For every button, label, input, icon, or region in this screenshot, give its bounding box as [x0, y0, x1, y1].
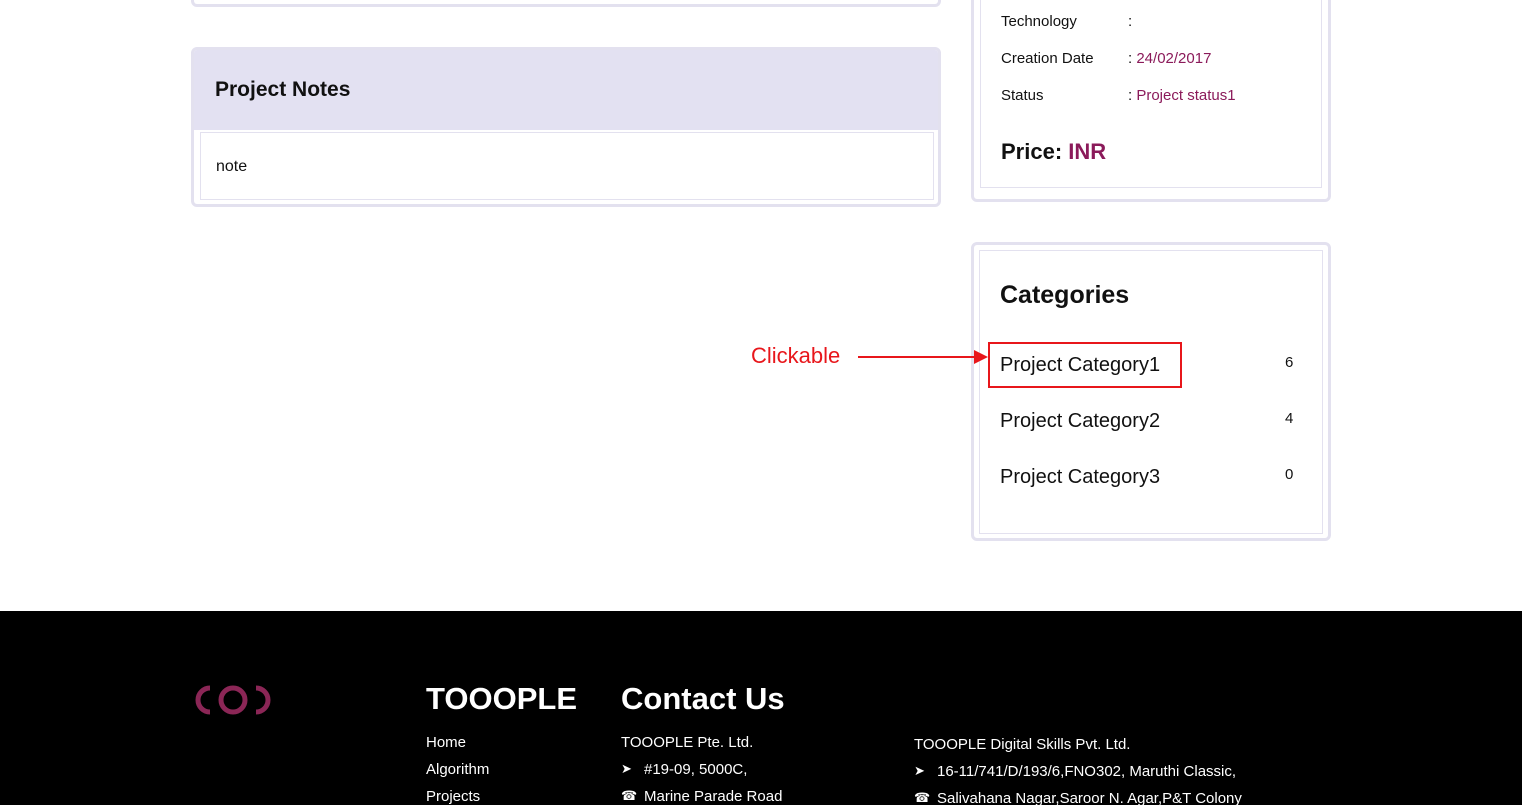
technology-row: Technology:	[1001, 13, 1133, 30]
location-arrow-icon: ➤	[914, 763, 925, 778]
office-sg-address: #19-09, 5000C,	[644, 761, 748, 778]
categories-title: Categories	[1000, 281, 1130, 309]
office-in-address: 16-11/741/D/193/6,FNO302, Maruthi Classi…	[937, 763, 1237, 780]
project-notes-body: note	[200, 132, 934, 200]
annotation-arrow-head-icon	[974, 350, 988, 364]
project-info-card: Technology: Creation Date: 24/02/2017 St…	[971, 0, 1331, 202]
project-notes-title: Project Notes	[215, 78, 351, 101]
category-count-2: 4	[1285, 410, 1294, 427]
status-value: Project status1	[1136, 87, 1236, 104]
footer-links: Home Algorithm Projects	[426, 734, 489, 805]
annotation-highlight-box	[988, 342, 1182, 388]
clickable-annotation-label: Clickable	[751, 343, 841, 368]
creation-date-row: Creation Date: 24/02/2017	[1001, 50, 1212, 67]
location-arrow-icon: ➤	[621, 761, 632, 776]
footer: TOOOPLE Home Algorithm Projects Contact …	[0, 611, 1522, 805]
category-link-3[interactable]: Project Category3	[1000, 466, 1160, 489]
office-sg-name: TOOOPLE Pte. Ltd.	[621, 734, 754, 751]
categories-inner: Categories Project Category1 6 Project C…	[979, 250, 1323, 534]
footer-brand: TOOOPLE	[426, 681, 578, 716]
categories-card: Categories Project Category1 6 Project C…	[971, 242, 1331, 541]
top-card-bottom-edge	[191, 0, 941, 7]
price-label: Price:	[1001, 139, 1063, 164]
project-info-inner: Technology: Creation Date: 24/02/2017 St…	[980, 0, 1322, 188]
category-count-3: 0	[1285, 466, 1294, 483]
phone-icon: ☎	[914, 790, 931, 805]
footer-link-home[interactable]: Home	[426, 734, 489, 761]
category-link-2[interactable]: Project Category2	[1000, 410, 1160, 433]
status-row: Status: Project status1	[1001, 87, 1236, 104]
footer-link-algorithm[interactable]: Algorithm	[426, 761, 489, 788]
office-in: TOOOPLE Digital Skills Pvt. Ltd. ➤ 16-11/…	[914, 736, 1242, 805]
project-notes-header: Project Notes	[194, 50, 938, 130]
office-in-name: TOOOPLE Digital Skills Pvt. Ltd.	[914, 736, 1131, 753]
logo-icon[interactable]	[192, 684, 274, 716]
phone-icon: ☎	[621, 788, 638, 803]
office-sg-phone: Marine Parade Road	[644, 788, 783, 805]
status-label: Status	[1001, 87, 1044, 104]
price: Price: INR	[1001, 139, 1106, 165]
technology-label: Technology	[1001, 13, 1077, 30]
office-in-phone: Salivahana Nagar,Saroor N. Agar,P&T Colo…	[937, 790, 1242, 805]
price-currency: INR	[1068, 139, 1107, 164]
category-count-1: 6	[1285, 354, 1294, 371]
creation-date-label: Creation Date	[1001, 50, 1094, 67]
contact-us-title: Contact Us	[621, 681, 785, 716]
creation-date-value: 24/02/2017	[1136, 50, 1212, 67]
office-sg: TOOOPLE Pte. Ltd. ➤ #19-09, 5000C, ☎ Marin…	[621, 734, 782, 805]
project-notes-card: Project Notes note	[191, 47, 941, 207]
annotation-arrow-line	[858, 356, 978, 358]
footer-link-projects[interactable]: Projects	[426, 788, 489, 805]
